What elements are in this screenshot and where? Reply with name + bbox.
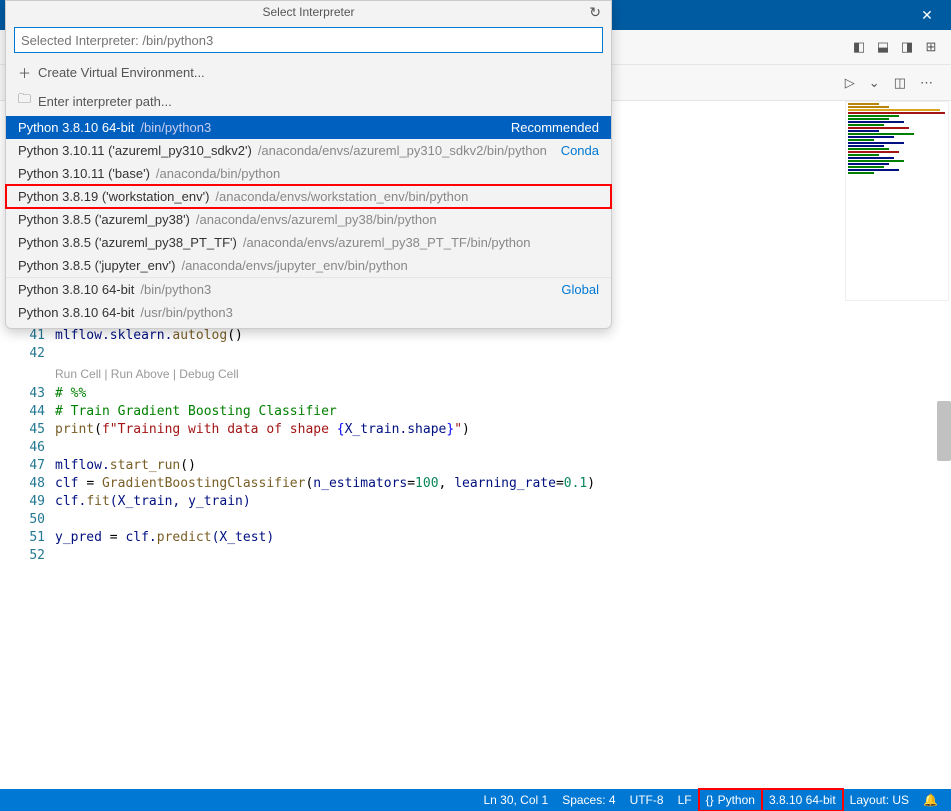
close-button[interactable]: ✕ <box>907 0 947 30</box>
interpreter-item[interactable]: Python 3.8.10 64-bit /usr/bin/python3 <box>6 301 611 328</box>
layout-sidebar-left-icon[interactable]: ◧ <box>851 39 867 55</box>
status-encoding[interactable]: UTF-8 <box>623 789 671 811</box>
run-dropdown-icon[interactable]: ⌄ <box>869 75 880 91</box>
interpreter-item[interactable]: Python 3.10.11 ('azureml_py310_sdkv2') /… <box>6 139 611 162</box>
status-interpreter[interactable]: 3.8.10 64-bit <box>762 789 843 811</box>
refresh-button[interactable]: ↻ <box>589 4 601 21</box>
line-number: 42 <box>29 345 45 363</box>
select-interpreter-panel: Select Interpreter ↻ ＋ Create Virtual En… <box>5 0 612 329</box>
interpreter-item[interactable]: Python 3.10.11 ('base') /anaconda/bin/py… <box>6 162 611 185</box>
interpreter-item[interactable]: Python 3.8.5 ('azureml_py38_PT_TF') /ana… <box>6 231 611 254</box>
scrollbar-thumb[interactable] <box>937 401 951 461</box>
line-number: 50 <box>29 511 45 529</box>
folder-icon: 🗀 <box>18 90 32 112</box>
interpreter-item-workstation-env[interactable]: Python 3.8.19 ('workstation_env') /anaco… <box>6 185 611 208</box>
interpreter-search-input-wrapper <box>14 27 603 53</box>
braces-icon: {} <box>706 793 714 807</box>
code-lens[interactable]: Run Cell | Run Above | Debug Cell <box>55 365 951 383</box>
run-button[interactable]: ▷ <box>845 75 855 91</box>
interpreter-item[interactable]: Python 3.8.10 64-bit /bin/python3 Global <box>6 278 611 301</box>
line-number: 45 <box>29 421 45 439</box>
status-keyboard-layout[interactable]: Layout: US <box>843 789 916 811</box>
status-indentation[interactable]: Spaces: 4 <box>555 789 622 811</box>
line-number: 48 <box>29 475 45 493</box>
close-icon: ✕ <box>921 7 933 24</box>
interpreter-search-input[interactable] <box>14 27 603 53</box>
layout-customize-icon[interactable]: ⊞ <box>923 39 939 55</box>
plus-icon: ＋ <box>18 63 32 82</box>
status-language[interactable]: {} Python <box>699 789 762 811</box>
status-eol[interactable]: LF <box>671 789 699 811</box>
panel-title: Select Interpreter ↻ <box>6 1 611 23</box>
interpreter-list: ＋ Create Virtual Environment... 🗀 Enter … <box>6 59 611 328</box>
bell-icon: 🔔 <box>923 793 938 807</box>
line-number: 47 <box>29 457 45 475</box>
more-actions-icon[interactable]: ⋯ <box>920 75 933 91</box>
status-cursor-position[interactable]: Ln 30, Col 1 <box>476 789 555 811</box>
layout-panel-icon[interactable]: ⬓ <box>875 39 891 55</box>
notifications-button[interactable]: 🔔 <box>916 789 945 811</box>
line-number: 49 <box>29 493 45 511</box>
line-number: 41 <box>29 327 45 345</box>
line-number: 51 <box>29 529 45 547</box>
split-editor-icon[interactable]: ◫ <box>894 75 906 91</box>
create-virtual-env-item[interactable]: ＋ Create Virtual Environment... <box>6 59 611 86</box>
status-bar: Ln 30, Col 1 Spaces: 4 UTF-8 LF {} Pytho… <box>0 789 951 811</box>
minimap[interactable] <box>845 101 949 301</box>
interpreter-item[interactable]: Python 3.8.5 ('jupyter_env') /anaconda/e… <box>6 254 611 277</box>
interpreter-item[interactable]: Python 3.8.5 ('azureml_py38') /anaconda/… <box>6 208 611 231</box>
line-number: 52 <box>29 547 45 565</box>
line-number: 44 <box>29 403 45 421</box>
interpreter-item[interactable]: Python 3.8.10 64-bit /bin/python3 Recomm… <box>6 116 611 139</box>
line-number: 43 <box>29 385 45 403</box>
enter-interpreter-path-item[interactable]: 🗀 Enter interpreter path... <box>6 86 611 116</box>
line-number: 46 <box>29 439 45 457</box>
layout-sidebar-right-icon[interactable]: ◨ <box>899 39 915 55</box>
